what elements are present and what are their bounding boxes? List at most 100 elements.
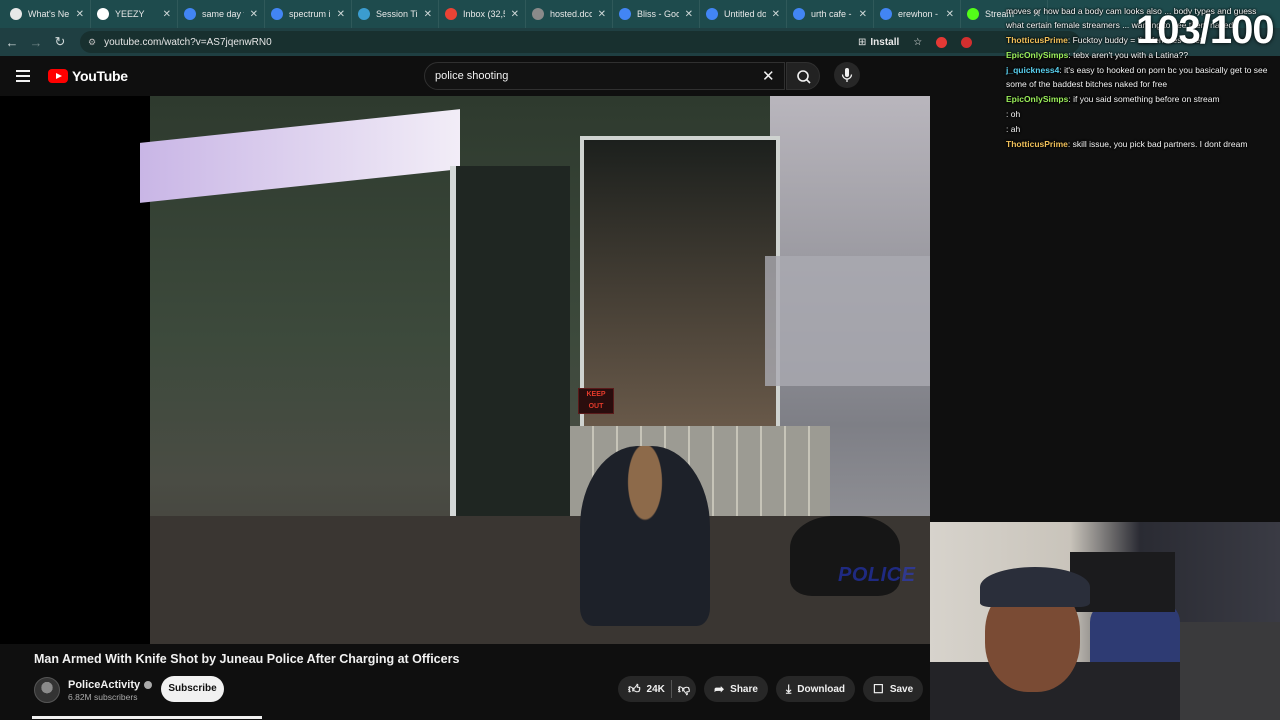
browser-tab[interactable]: Bliss - Goo ✕ <box>613 0 700 28</box>
tab-title: erewhon - <box>898 9 939 19</box>
channel-name-row[interactable]: PoliceActivity <box>68 679 153 691</box>
webcam-couch <box>1180 622 1280 720</box>
tab-close-icon[interactable]: ✕ <box>598 9 606 20</box>
chat-message: j_quickness4: it's easy to hooked on por… <box>1006 63 1276 91</box>
site-info-icon[interactable]: ⚙ <box>88 37 96 48</box>
browser-tab[interactable]: Inbox (32,5 ✕ <box>439 0 526 28</box>
verified-icon <box>144 680 153 689</box>
reload-icon[interactable]: ↻ <box>48 34 72 50</box>
share-button[interactable]: ➦ Share <box>704 676 768 702</box>
video-actions: 👍︎ 24K 👎︎ ➦ Share ⤓ Download ☐ Save <box>618 676 924 702</box>
save-icon: ☐ <box>873 682 884 696</box>
tab-favicon-icon <box>880 8 892 20</box>
channel-row: PoliceActivity 6.82M subscribers <box>34 676 153 704</box>
chat-username: j_quickness4 <box>1006 65 1060 75</box>
tab-close-icon[interactable]: ✕ <box>76 9 84 20</box>
chat-username: ThotticusPrime <box>1006 139 1068 149</box>
tab-favicon-icon <box>271 8 283 20</box>
tab-title: Bliss - Goo <box>637 9 679 19</box>
video-blur-region <box>765 256 930 386</box>
subscriber-count: 6.82M subscribers <box>68 691 138 702</box>
search-button[interactable] <box>786 62 820 90</box>
tab-close-icon[interactable]: ✕ <box>424 9 432 20</box>
tab-close-icon[interactable]: ✕ <box>163 9 171 20</box>
chat-username: EpicOnlySimps <box>1006 50 1069 60</box>
tab-close-icon[interactable]: ✕ <box>946 9 954 20</box>
download-button[interactable]: ⤓ Download <box>775 676 856 702</box>
tab-favicon-icon <box>358 8 370 20</box>
tab-close-icon[interactable]: ✕ <box>772 9 780 20</box>
browser-tab[interactable]: Untitled do ✕ <box>700 0 787 28</box>
tab-close-icon[interactable]: ✕ <box>511 9 519 20</box>
chat-message: EpicOnlySimps: if you said something bef… <box>1006 92 1276 106</box>
channel-meta: PoliceActivity 6.82M subscribers <box>68 679 153 702</box>
tab-title: What's Ne <box>28 9 70 19</box>
browser-tab[interactable]: hosted.dcc ✕ <box>526 0 613 28</box>
recommendations-sidebar <box>1122 96 1280 520</box>
youtube-logo[interactable]: YouTube <box>48 68 128 84</box>
browser-tab[interactable]: same day t ✕ <box>178 0 265 28</box>
chat-username: ThotticusPrime <box>1006 35 1068 45</box>
tab-title: YEEZY <box>115 9 145 19</box>
install-icon: ⊞ <box>858 36 867 48</box>
bookmark-star-icon[interactable]: ☆ <box>913 37 922 48</box>
install-button[interactable]: ⊞ Install <box>858 37 899 48</box>
chat-message: : oh <box>1006 107 1276 121</box>
clear-search-icon[interactable]: ✕ <box>762 67 775 85</box>
browser-tab[interactable]: erewhon - ✕ <box>874 0 961 28</box>
browser-tab[interactable]: spectrum i ✕ <box>265 0 352 28</box>
share-icon: ➦ <box>714 682 725 696</box>
save-button[interactable]: ☐ Save <box>863 676 924 702</box>
keep-out-sign: KEEP OUT <box>578 388 614 414</box>
like-divider <box>670 680 672 698</box>
browser-tab[interactable]: YEEZY ✕ <box>91 0 178 28</box>
download-icon: ⤓ <box>785 681 792 696</box>
search-input[interactable]: police shooting <box>424 62 785 90</box>
channel-avatar[interactable] <box>34 677 60 703</box>
toolbar-right: ⊞ Install ☆ <box>858 28 973 56</box>
voice-search-button[interactable] <box>834 62 860 88</box>
dislike-icon[interactable]: 👎︎ <box>678 682 690 697</box>
back-icon[interactable]: ← <box>0 35 24 50</box>
tab-close-icon[interactable]: ✕ <box>337 9 345 20</box>
tab-favicon-icon <box>619 8 631 20</box>
streamer-webcam <box>930 522 1280 720</box>
tab-title: Inbox (32,5 <box>463 9 505 19</box>
tab-close-icon[interactable]: ✕ <box>250 9 258 20</box>
tab-favicon-icon <box>706 8 718 20</box>
tab-favicon-icon <box>184 8 196 20</box>
chat-message: ThotticusPrime: skill issue, you pick ba… <box>1006 137 1276 151</box>
forward-icon[interactable]: → <box>24 35 48 50</box>
video-player[interactable]: KEEP OUT POLICE <box>0 96 930 644</box>
video-watermark: POLICE <box>838 564 916 586</box>
chat-text: : if you said something before on stream <box>1068 94 1220 104</box>
tab-title: spectrum i <box>289 9 331 19</box>
browser-tab[interactable]: What's Ne ✕ <box>4 0 91 28</box>
tab-favicon-icon <box>793 8 805 20</box>
menu-icon[interactable] <box>16 70 30 82</box>
like-count[interactable]: 24K <box>647 684 665 695</box>
like-icon[interactable]: 👍︎ <box>628 682 641 697</box>
video-title: Man Armed With Knife Shot by Juneau Poli… <box>34 652 460 666</box>
url-text: youtube.com/watch?v=AS7jqenwRN0 <box>104 36 272 48</box>
extension-icon[interactable] <box>936 36 948 48</box>
video-subject <box>580 446 710 626</box>
tab-favicon-icon <box>967 8 979 20</box>
youtube-play-icon <box>48 69 68 83</box>
subscribe-button[interactable]: Subscribe <box>161 676 224 702</box>
tab-favicon-icon <box>97 8 109 20</box>
browser-tab[interactable]: Session Ti ✕ <box>352 0 439 28</box>
tab-close-icon[interactable]: ✕ <box>859 9 867 20</box>
extension-icon[interactable] <box>961 36 973 48</box>
search-icon <box>797 70 811 84</box>
tab-title: Untitled do <box>724 9 766 19</box>
tab-title: same day t <box>202 9 244 19</box>
webcam-person-cap <box>980 567 1090 607</box>
goal-counter: 103/100 <box>1136 8 1275 52</box>
browser-tab[interactable]: urth cafe - ✕ <box>787 0 874 28</box>
tab-title: hosted.dcc <box>550 9 592 19</box>
tab-favicon-icon <box>445 8 457 20</box>
tab-close-icon[interactable]: ✕ <box>685 9 693 20</box>
channel-name[interactable]: PoliceActivity <box>68 679 140 691</box>
mic-icon <box>841 68 853 82</box>
